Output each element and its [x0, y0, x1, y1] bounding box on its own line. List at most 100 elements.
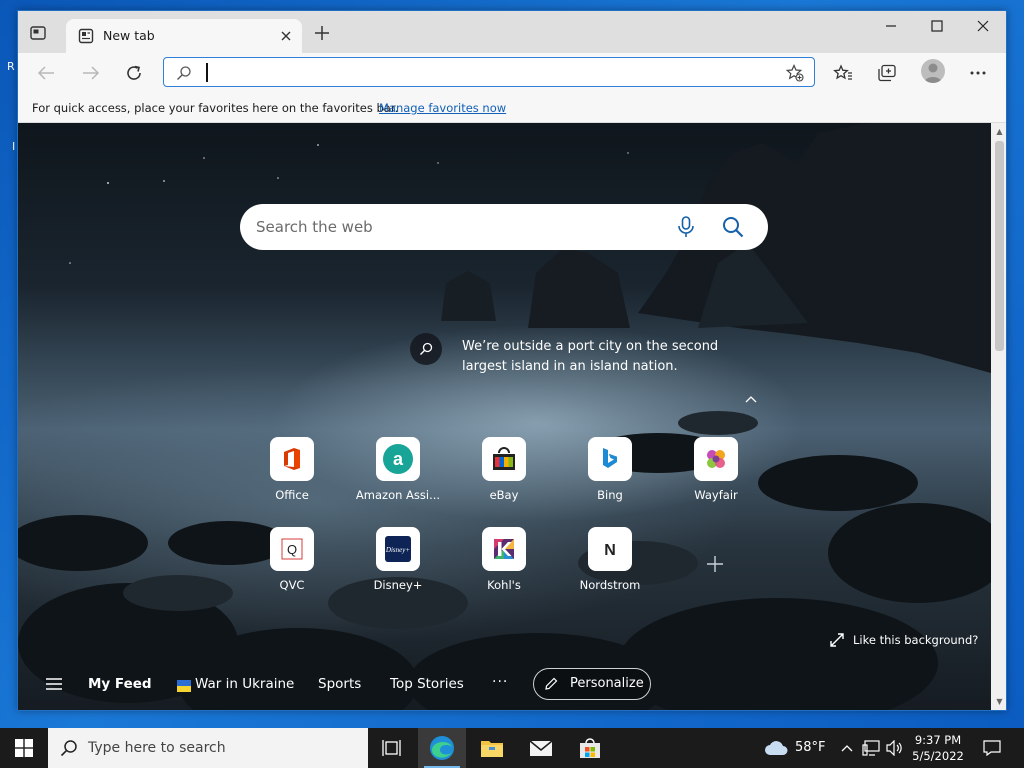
personalize-button[interactable]: Personalize	[533, 668, 651, 700]
address-bar[interactable]	[163, 57, 815, 87]
clock-time: 9:37 PM	[914, 733, 962, 747]
edge-taskbar-button[interactable]	[418, 728, 466, 768]
close-tab-icon[interactable]	[278, 28, 294, 44]
pencil-icon	[545, 677, 558, 690]
quick-link-kohls[interactable]: Kohl's	[459, 527, 549, 597]
search-icon	[176, 65, 192, 81]
quick-link-label: Wayfair	[694, 488, 738, 502]
refresh-button[interactable]	[122, 61, 146, 85]
quick-link-label: Kohl's	[487, 578, 521, 592]
favorites-button[interactable]	[831, 61, 855, 85]
cloud-icon	[765, 741, 788, 755]
qvc-letter: Q	[287, 542, 297, 557]
feed-tab-top-stories[interactable]: Top Stories	[390, 676, 464, 692]
quick-link-amazon-assistant[interactable]: a Amazon Assi...	[353, 437, 443, 507]
search-icon[interactable]	[722, 216, 744, 238]
quick-link-nordstrom[interactable]: N Nordstrom	[565, 527, 655, 597]
amazon-assistant-icon: a	[376, 437, 420, 481]
edge-icon	[430, 736, 454, 760]
web-search-box[interactable]: Search the web	[240, 204, 768, 250]
start-button[interactable]	[0, 728, 48, 768]
new-tab-page-icon	[78, 28, 94, 44]
kohls-icon	[482, 527, 526, 571]
web-search-placeholder: Search the web	[256, 218, 373, 236]
store-button[interactable]	[566, 728, 614, 768]
weather-temperature: 58°F	[795, 740, 826, 755]
task-view-button[interactable]	[368, 728, 416, 768]
qvc-icon: Q	[270, 527, 314, 571]
tab-new-tab[interactable]: New tab	[66, 19, 302, 53]
network-button[interactable]	[862, 728, 880, 768]
quick-link-ebay[interactable]: eBay	[459, 437, 549, 507]
desktop-fragment-text: R	[7, 60, 15, 73]
wayfair-icon	[694, 437, 738, 481]
chevron-up-icon[interactable]	[744, 389, 758, 403]
bing-icon	[588, 437, 632, 481]
taskbar: Type here to search 58°F 9:37 PM 5/5/202…	[0, 728, 1024, 768]
scroll-down-arrow-icon[interactable]: ▼	[995, 697, 1004, 707]
ebay-icon	[482, 437, 526, 481]
page-scrollbar[interactable]: ▲ ▼	[991, 123, 1006, 710]
new-tab-button[interactable]	[314, 25, 330, 41]
nordstrom-icon: N	[588, 527, 632, 571]
personalize-label: Personalize	[570, 676, 644, 691]
scrollbar-thumb[interactable]	[995, 141, 1004, 351]
search-icon	[60, 739, 78, 757]
amazon-letter: a	[393, 449, 404, 469]
feed-tab-my-feed[interactable]: My Feed	[88, 676, 152, 692]
microphone-icon[interactable]	[676, 216, 696, 238]
volume-button[interactable]	[886, 728, 904, 768]
system-clock[interactable]: 9:37 PM 5/5/2022	[910, 732, 966, 764]
text-caret	[206, 63, 208, 82]
scroll-up-arrow-icon[interactable]: ▲	[995, 127, 1004, 137]
browser-window: New tab For quick access, place your fav…	[17, 10, 1007, 711]
chevron-up-icon	[841, 745, 853, 752]
quick-link-qvc[interactable]: Q QVC	[247, 527, 337, 597]
forward-button[interactable]	[79, 61, 103, 85]
clock-date: 5/5/2022	[912, 749, 964, 763]
file-explorer-button[interactable]	[468, 728, 516, 768]
notification-icon	[983, 740, 1001, 756]
show-hidden-icons-button[interactable]	[840, 728, 854, 768]
image-search-icon[interactable]	[410, 333, 442, 365]
mail-button[interactable]	[517, 728, 565, 768]
quick-link-office[interactable]: Office	[247, 437, 337, 507]
feed-tab-war-in-ukraine[interactable]: War in Ukraine	[195, 676, 294, 692]
add-quick-link-icon[interactable]	[706, 555, 724, 573]
title-bar: New tab	[18, 11, 1006, 53]
mail-icon	[529, 740, 553, 756]
minimize-button[interactable]	[868, 11, 914, 41]
speaker-icon	[886, 740, 902, 756]
quick-link-disney-plus[interactable]: Disney+ Disney+	[353, 527, 443, 597]
office-icon	[270, 437, 314, 481]
manage-favorites-link[interactable]: Manage favorites now	[379, 101, 506, 115]
tab-title: New tab	[103, 28, 155, 43]
close-window-button[interactable]	[960, 11, 1006, 41]
network-icon	[862, 740, 880, 756]
feed-tab-sports[interactable]: Sports	[318, 676, 361, 692]
profile-avatar[interactable]	[921, 59, 945, 83]
notification-center-button[interactable]	[980, 728, 1004, 768]
expand-icon	[830, 633, 844, 647]
nordstrom-letter: N	[604, 542, 616, 559]
maximize-button[interactable]	[914, 11, 960, 41]
taskbar-search-box[interactable]: Type here to search	[48, 728, 368, 768]
settings-more-button[interactable]	[966, 61, 990, 85]
collections-button[interactable]	[875, 61, 899, 85]
quick-link-wayfair[interactable]: Wayfair	[671, 437, 761, 507]
quick-link-label: Office	[275, 488, 309, 502]
quick-link-label: Nordstrom	[579, 578, 641, 592]
back-button[interactable]	[34, 61, 58, 85]
windows-logo-icon	[15, 739, 33, 757]
feed-navigation-bar: My Feed War in Ukraine Sports Top Storie…	[18, 668, 991, 702]
taskbar-search-placeholder: Type here to search	[88, 740, 226, 756]
menu-icon[interactable]	[46, 678, 62, 690]
quick-link-label: Bing	[597, 488, 623, 502]
task-view-icon	[382, 740, 401, 756]
tab-actions-icon[interactable]	[30, 25, 46, 40]
ukraine-flag-icon	[177, 680, 191, 692]
more-feeds-button[interactable]: ···	[492, 674, 508, 690]
add-favorite-icon[interactable]	[785, 64, 804, 82]
quick-link-bing[interactable]: Bing	[565, 437, 655, 507]
quick-link-label: QVC	[279, 578, 305, 592]
